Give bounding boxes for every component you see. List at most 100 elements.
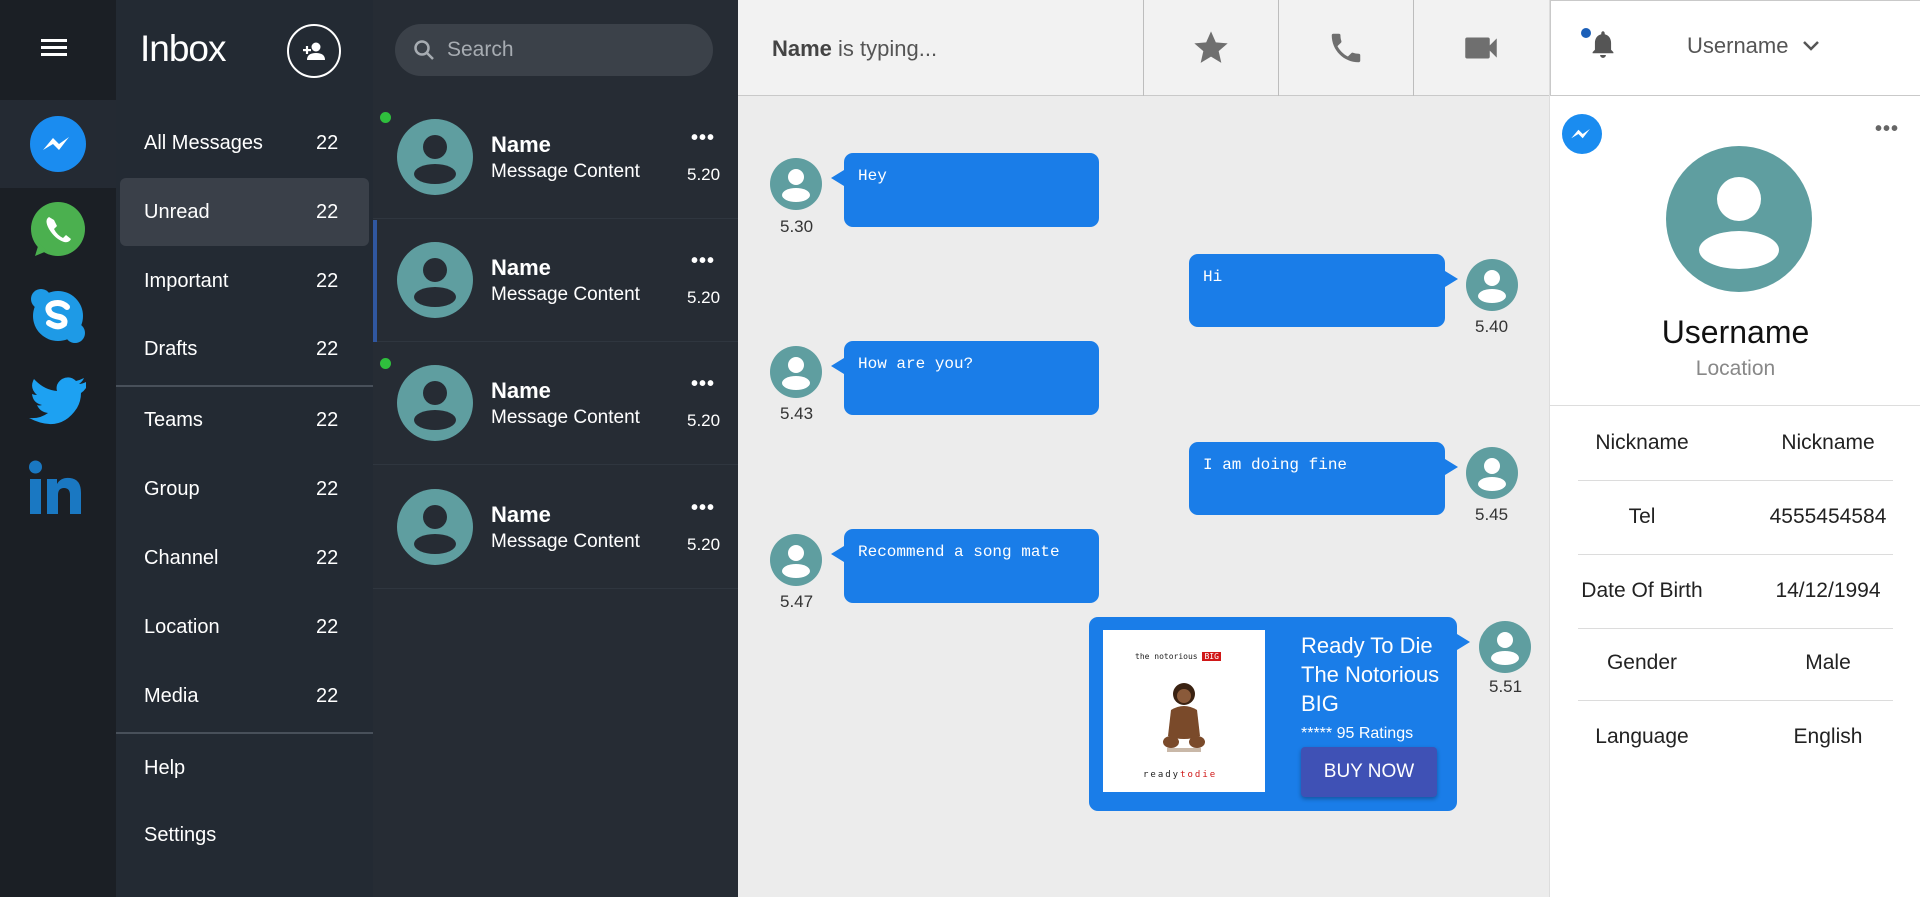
folder-label: Media <box>144 684 199 707</box>
rating-stars: ***** <box>1301 725 1333 742</box>
profile-username: Username <box>1661 314 1810 350</box>
avatar <box>397 489 473 565</box>
help-link[interactable]: Help <box>120 734 369 802</box>
folder-unread[interactable]: Unread 22 <box>120 178 369 246</box>
conversation-item[interactable]: Name Message Content ••• 5.20 <box>373 467 738 589</box>
hamburger-menu-icon[interactable] <box>34 36 74 64</box>
folder-count: 22 <box>316 477 339 500</box>
whatsapp-icon <box>31 202 85 256</box>
avatar <box>1466 447 1518 499</box>
conversation-item[interactable]: Name Message Content ••• 5.20 <box>373 220 738 342</box>
typing-indicator: Name is typing... <box>772 36 937 62</box>
folder-label: Settings <box>144 823 217 846</box>
folder-group[interactable]: Group 22 <box>120 455 369 523</box>
search-icon <box>414 40 434 60</box>
avatar <box>770 534 822 586</box>
add-user-button[interactable] <box>287 24 341 78</box>
app-rail <box>0 0 116 897</box>
info-row-language: Language English <box>1578 701 1893 775</box>
more-options-icon[interactable]: ••• <box>691 497 715 520</box>
folder-label: All Messages <box>144 131 263 154</box>
info-label: Tel <box>1628 505 1656 528</box>
message-bubble: Recommend a song mate <box>831 529 1099 603</box>
folder-label: Channel <box>144 546 219 569</box>
phone-icon <box>1331 33 1361 63</box>
product-card: the notorious BIG readytodie Ready To Di… <box>1089 617 1470 811</box>
info-label: Nickname <box>1595 431 1689 454</box>
conversation-name: Name <box>491 255 551 280</box>
twitter-app-button[interactable] <box>0 358 116 446</box>
chat-area: Name is typing... 5.30 Hey Hi 5.40 5.43 … <box>738 0 1549 897</box>
folder-all-messages[interactable]: All Messages 22 <box>120 109 369 177</box>
skype-icon <box>31 289 85 343</box>
avatar <box>1479 621 1531 673</box>
star-button[interactable] <box>1143 0 1278 96</box>
folder-channel[interactable]: Channel 22 <box>120 524 369 592</box>
product-title: Ready To Die The Notorious BIG <box>1301 631 1451 718</box>
info-value: English <box>1793 725 1863 748</box>
folder-count: 22 <box>316 337 339 360</box>
conversation-name: Name <box>491 502 551 527</box>
album-band: the notorious <box>1135 652 1198 661</box>
album-cover-title: the notorious BIG <box>1135 652 1221 661</box>
folder-count: 22 <box>316 269 339 292</box>
album-sub: ready <box>1143 770 1181 780</box>
avatar <box>1466 259 1518 311</box>
info-row-gender: Gender Male <box>1578 627 1893 701</box>
folder-important[interactable]: Important 22 <box>120 247 369 315</box>
info-label: Language <box>1595 725 1689 748</box>
linkedin-icon <box>29 460 81 514</box>
conversation-time: 5.20 <box>687 411 721 430</box>
user-menu[interactable]: Username <box>1687 33 1820 59</box>
conversation-item[interactable]: Name Message Content ••• 5.20 <box>373 343 738 465</box>
more-options-icon[interactable]: ••• <box>691 127 715 150</box>
search-input[interactable] <box>447 38 687 62</box>
info-row-tel: Tel 4555454584 <box>1578 481 1893 555</box>
video-call-button[interactable] <box>1413 0 1548 96</box>
folder-count: 22 <box>316 684 339 707</box>
folder-count: 22 <box>316 200 339 223</box>
rating-count: 95 Ratings <box>1336 725 1414 742</box>
avatar <box>397 242 473 318</box>
product-title-line: BIG <box>1301 691 1339 716</box>
avatar <box>770 346 822 398</box>
profile-divider <box>1550 405 1920 406</box>
search-box[interactable] <box>395 24 713 76</box>
folder-teams[interactable]: Teams 22 <box>120 386 369 454</box>
active-indicator <box>373 220 377 342</box>
folder-media[interactable]: Media 22 <box>120 662 369 730</box>
buy-now-button[interactable]: BUY NOW <box>1301 747 1437 797</box>
conversation-preview: Message Content <box>491 284 640 305</box>
info-row-date-of-birth: Date Of Birth 14/12/1994 <box>1578 555 1893 629</box>
settings-link[interactable]: Settings <box>120 801 369 869</box>
folder-label: Location <box>144 615 220 638</box>
info-value: Nickname <box>1781 431 1875 454</box>
online-indicator <box>380 112 391 123</box>
info-row-nickname: Nickname Nickname <box>1578 407 1893 481</box>
conversation-preview: Message Content <box>491 407 640 428</box>
messenger-icon <box>30 116 86 172</box>
message-time: 5.43 <box>780 404 814 423</box>
bell-icon[interactable] <box>1589 29 1617 59</box>
avatar <box>397 119 473 195</box>
star-icon <box>1194 31 1228 63</box>
folder-drafts[interactable]: Drafts 22 <box>120 315 369 383</box>
more-options-icon[interactable]: ••• <box>691 250 715 273</box>
folder-label: Help <box>144 756 186 779</box>
whatsapp-app-button[interactable] <box>0 186 116 274</box>
linkedin-app-button[interactable] <box>0 444 116 532</box>
album-band-accent: BIG <box>1202 652 1221 661</box>
folder-location[interactable]: Location 22 <box>120 593 369 661</box>
conversation-preview: Message Content <box>491 161 640 182</box>
skype-app-button[interactable] <box>0 272 116 360</box>
more-options-icon[interactable]: ••• <box>691 373 715 396</box>
messenger-app-button[interactable] <box>0 100 116 188</box>
call-button[interactable] <box>1278 0 1413 96</box>
typing-text: is typing... <box>831 36 938 61</box>
chevron-down-icon <box>1803 41 1820 51</box>
conversation-item[interactable]: Name Message Content ••• 5.20 <box>373 97 738 219</box>
more-options-icon[interactable]: ••• <box>1875 118 1899 141</box>
info-value: 14/12/1994 <box>1775 579 1881 602</box>
profile-avatar <box>1666 146 1812 292</box>
conversation-time: 5.20 <box>687 288 721 307</box>
